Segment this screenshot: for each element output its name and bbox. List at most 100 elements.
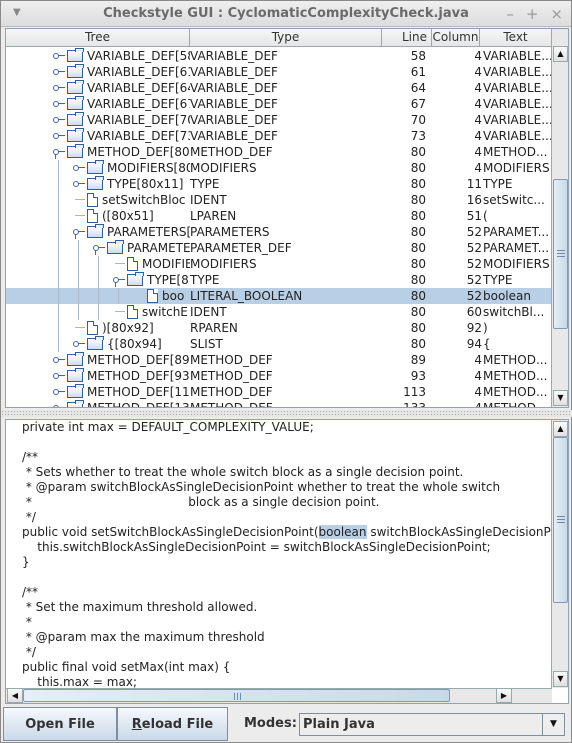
tree-cell: PARAMETERS[: [6, 224, 190, 240]
tree-row[interactable]: PARAMETERS[PARAMETERS 80 52 PARAMET...: [6, 224, 552, 240]
scroll-thumb[interactable]: [553, 179, 568, 329]
column-cell: 4: [474, 97, 482, 111]
tree-row[interactable]: VARIABLE_DEF[73 VARIABLE_DEF 73 4 VARIABLE..…: [6, 128, 552, 144]
collapsed-toggle-icon[interactable]: [53, 371, 65, 381]
text-cell: VARIABLE...: [483, 129, 552, 143]
open-file-button[interactable]: Open File: [3, 707, 117, 741]
tree-row[interactable]: METHOD_DEF[89: METHOD_DEF 89 4 METHOD...: [6, 352, 552, 368]
column-cell: 94: [466, 337, 482, 351]
tree-row[interactable]: VARIABLE_DEF[58 VARIABLE_DEF 58 4 VARIABLE..…: [6, 48, 552, 64]
expanded-toggle-icon[interactable]: [73, 227, 85, 239]
tree-cell: TYPE[80x11]: [6, 176, 190, 192]
window-menu-icon[interactable]: ▼: [13, 7, 21, 18]
scroll-thumb[interactable]: [553, 437, 568, 603]
split-pane-divider[interactable]: [1, 410, 572, 417]
tree-node-label: switchE: [142, 305, 188, 319]
column-cell: 52: [466, 225, 482, 239]
line-cell: 80: [410, 289, 426, 303]
tree-row[interactable]: )[80x92] RPAREN 80 92): [6, 320, 552, 336]
tree-row[interactable]: METHOD_DEF[11 METHOD_DEF 113 4 METHOD...: [6, 384, 552, 400]
minimize-icon[interactable]: –: [506, 5, 514, 23]
tree-row[interactable]: switchE IDENT 80 60 switchBl...: [6, 304, 552, 320]
collapsed-toggle-icon[interactable]: [53, 403, 65, 407]
tree-row[interactable]: setSwitchBloc IDENT 80 16 setSwitc...: [6, 192, 552, 208]
tree-row[interactable]: {[80x94] SLIST 80 94{: [6, 336, 552, 352]
tree-row[interactable]: METHOD_DEF[93: METHOD_DEF 93 4 METHOD...: [6, 368, 552, 384]
collapsed-toggle-icon[interactable]: [53, 115, 65, 125]
tree-row[interactable]: TYPE[80x11] TYPE 80 11 TYPE: [6, 176, 552, 192]
column-header-tree[interactable]: Tree: [6, 29, 190, 46]
tree-node-label: MODIFIE: [142, 257, 190, 271]
scroll-up-button[interactable]: ▲: [553, 46, 568, 62]
maximize-icon[interactable]: +: [526, 5, 539, 23]
reload-file-label: Reload File: [131, 716, 214, 732]
scroll-left-button[interactable]: ◀: [7, 688, 23, 703]
line-cell: 80: [410, 177, 426, 191]
tree-row[interactable]: ([80x51] LPAREN 80 51(: [6, 208, 552, 224]
column-header-type[interactable]: Type: [190, 29, 382, 46]
code-line: * Set the maximum threshold allowed.: [22, 600, 258, 614]
column-cell: 92: [466, 321, 482, 335]
column-header-line[interactable]: Line: [382, 29, 432, 46]
tree-row[interactable]: VARIABLE_DEF[64 VARIABLE_DEF 64 4 VARIABLE..…: [6, 80, 552, 96]
column-cell: 4: [474, 65, 482, 79]
tree-row[interactable]: MODIFIE MODIFIERS 80 52 MODIFIERS: [6, 256, 552, 272]
folder-icon: [87, 176, 104, 190]
column-header-column[interactable]: Column: [432, 29, 480, 46]
close-icon[interactable]: ×: [550, 5, 563, 23]
tree-row[interactable]: MODIFIERS[80 MODIFIERS 80 4 MODIFIERS: [6, 160, 552, 176]
collapsed-toggle-icon[interactable]: [53, 83, 65, 93]
collapsed-toggle-icon[interactable]: [73, 179, 85, 189]
tree-row[interactable]: VARIABLE_DEF[67 VARIABLE_DEF 67 4 VARIABLE..…: [6, 96, 552, 112]
collapsed-toggle-icon[interactable]: [53, 131, 65, 141]
window-title: Checkstyle GUI : CyclomaticComplexityChe…: [103, 6, 469, 21]
column-cell: 52: [466, 257, 482, 271]
column-header-text[interactable]: Text: [480, 29, 552, 46]
line-cell: 67: [410, 97, 426, 111]
scroll-right-button[interactable]: ▶: [496, 688, 512, 703]
tree-vertical-scrollbar[interactable]: ▲ ▼: [551, 29, 568, 407]
collapsed-toggle-icon[interactable]: [73, 339, 85, 349]
collapsed-toggle-icon[interactable]: [53, 99, 65, 109]
tree-cell: TYPE[8: [6, 272, 190, 288]
source-code-text[interactable]: private int max = DEFAULT_COMPLEXITY_VAL…: [22, 420, 568, 690]
tree-cell: METHOD_DEF[13: [6, 400, 190, 407]
expanded-toggle-icon[interactable]: [113, 275, 125, 287]
tree-row[interactable]: METHOD_DEF[13 METHOD_DEF 133 4 METHOD...: [6, 400, 552, 407]
code-vertical-scrollbar[interactable]: ▲ ▼: [551, 420, 568, 688]
tree-row[interactable]: TYPE[8 TYPE 80 52 TYPE: [6, 272, 552, 288]
scroll-down-button[interactable]: ▼: [553, 671, 568, 687]
tree-row[interactable]: VARIABLE_DEF[61 VARIABLE_DEF 61 4 VARIABLE..…: [6, 64, 552, 80]
title-bar[interactable]: ▼ Checkstyle GUI : CyclomaticComplexityC…: [1, 1, 571, 27]
column-cell: 11: [466, 177, 482, 191]
tree-row[interactable]: METHOD_DEF[80: METHOD_DEF 80 4 METHOD...: [6, 144, 552, 160]
chevron-down-icon[interactable]: ▼: [542, 714, 564, 735]
tree-row[interactable]: boo LITERAL_BOOLEAN 80 52 boolean: [6, 288, 552, 304]
tree-node-label: METHOD_DEF[89:: [87, 353, 190, 367]
type-cell: VARIABLE_DEF: [190, 65, 278, 79]
code-horizontal-scrollbar[interactable]: ◀ ▶: [6, 688, 552, 703]
line-cell: 80: [410, 273, 426, 287]
horizontal-scroll-thumb[interactable]: [23, 689, 450, 702]
file-icon: [87, 193, 98, 207]
file-icon: [87, 209, 98, 223]
tree-node-label: PARAMETERS[: [107, 225, 190, 239]
reload-file-button[interactable]: Reload File: [117, 707, 228, 741]
collapsed-toggle-icon[interactable]: [53, 387, 65, 397]
collapsed-toggle-icon[interactable]: [53, 51, 65, 61]
type-cell: MODIFIERS: [190, 257, 257, 271]
tree-row[interactable]: VARIABLE_DEF[70 VARIABLE_DEF 70 4 VARIABLE..…: [6, 112, 552, 128]
tree-cell: ([80x51]: [6, 208, 190, 224]
ast-tree-table[interactable]: Tree Type Line Column Text VARIABLE_DEF[…: [5, 28, 569, 408]
collapsed-toggle-icon[interactable]: [53, 67, 65, 77]
scroll-down-button[interactable]: ▼: [553, 390, 568, 406]
scroll-up-button[interactable]: ▲: [553, 421, 568, 437]
expanded-toggle-icon[interactable]: [53, 147, 65, 159]
expanded-toggle-icon[interactable]: [93, 243, 105, 255]
tree-row[interactable]: PARAMETE PARAMETER_DEF 80 52 PARAMET...: [6, 240, 552, 256]
collapsed-toggle-icon[interactable]: [53, 355, 65, 365]
collapsed-toggle-icon[interactable]: [73, 163, 85, 173]
modes-dropdown[interactable]: Plain Java ▼: [299, 713, 565, 736]
source-code-view[interactable]: private int max = DEFAULT_COMPLEXITY_VAL…: [5, 419, 569, 704]
